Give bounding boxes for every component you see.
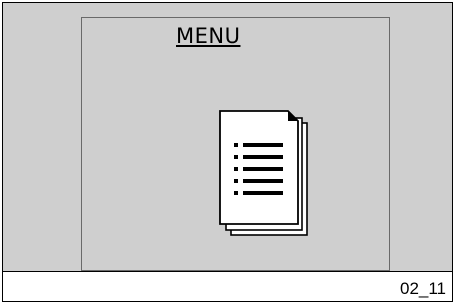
display-panel: MENU <box>3 3 452 272</box>
document-list-icon[interactable] <box>214 93 324 243</box>
figure-code: 02_11 <box>399 279 446 298</box>
figure-frame: MENU 02_11 <box>2 2 453 302</box>
menu-title: MENU <box>176 24 241 48</box>
menu-screen: MENU <box>81 17 390 271</box>
